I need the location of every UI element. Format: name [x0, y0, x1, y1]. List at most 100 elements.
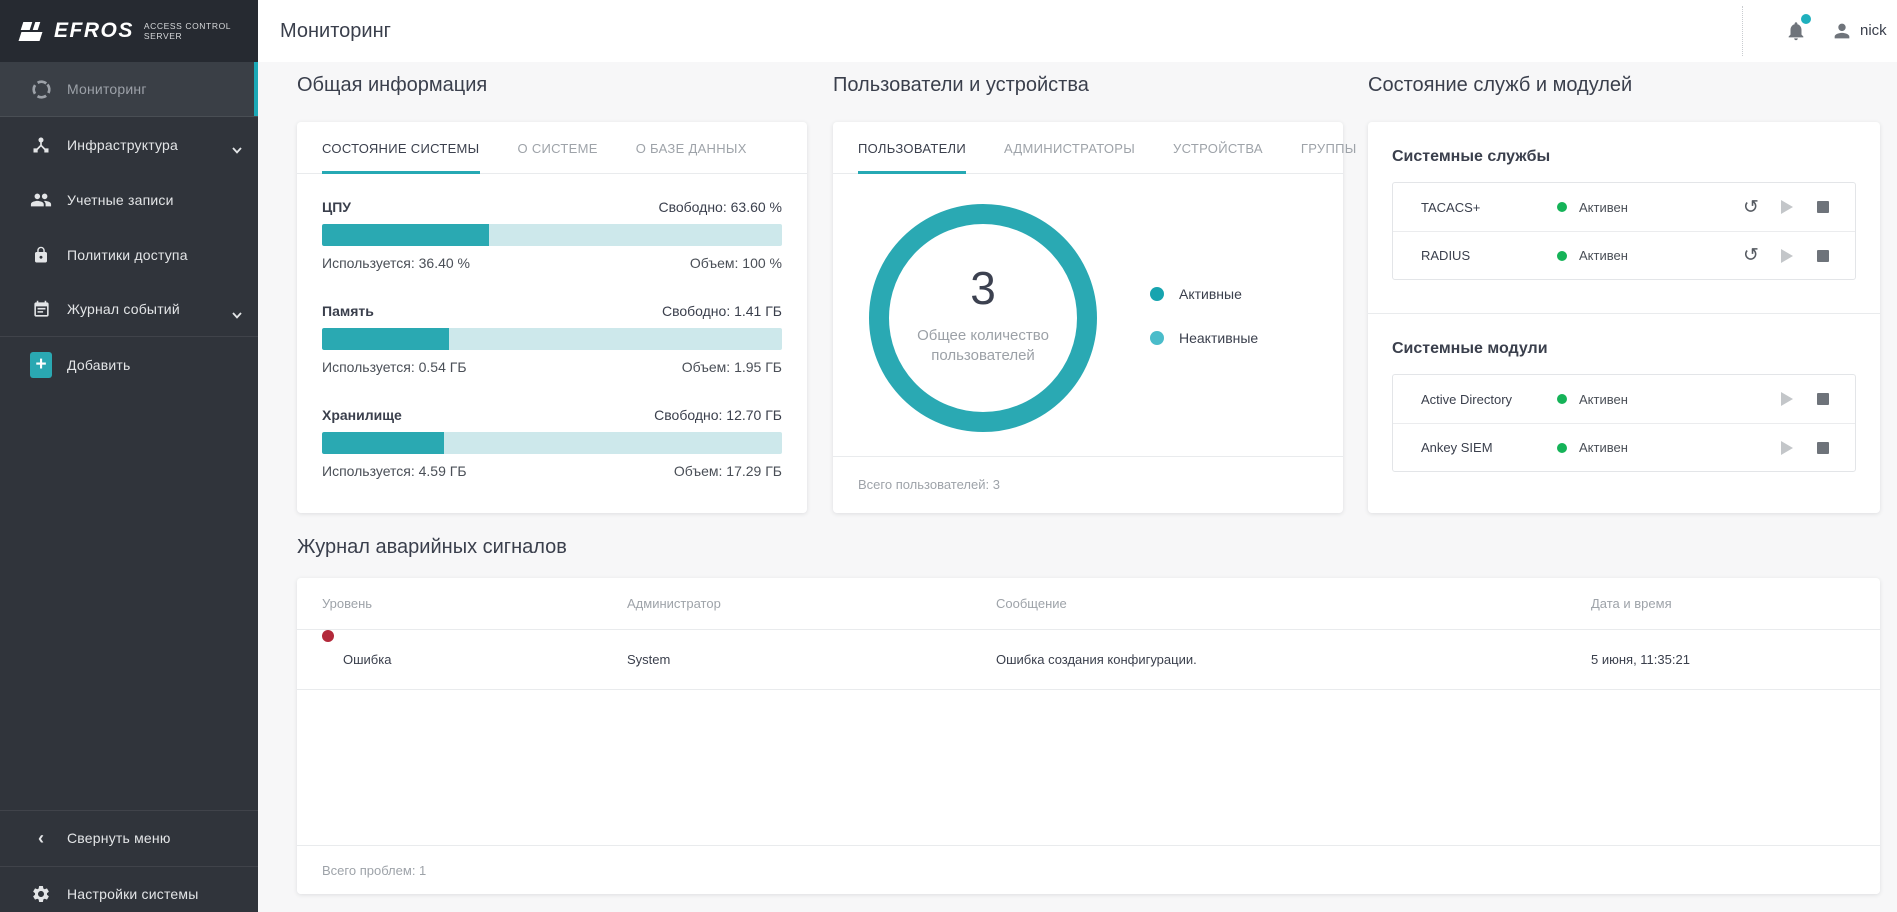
- active-indicator: [254, 62, 258, 116]
- stop-service-button[interactable]: [1813, 246, 1833, 266]
- sidebar-item-event-log[interactable]: Журнал событий: [0, 282, 258, 337]
- top-header: Мониторинг nick: [258, 0, 1897, 62]
- system-modules-list: Active Directory Активен Ankey SIEM Акти…: [1392, 374, 1856, 472]
- collapse-menu-button[interactable]: ‹ Свернуть меню: [0, 810, 258, 865]
- page-title: Мониторинг: [280, 0, 391, 62]
- tab-administrators[interactable]: АДМИНИСТРАТОРЫ: [1004, 122, 1135, 174]
- storage-progress-fill: [322, 432, 444, 454]
- legend-item-inactive: Неактивные: [1150, 328, 1258, 348]
- restart-service-button[interactable]: ↺: [1741, 197, 1761, 217]
- tab-system-state[interactable]: СОСТОЯНИЕ СИСТЕМЫ: [322, 122, 480, 174]
- header-divider: [1742, 6, 1743, 56]
- column-datetime: Дата и время: [1591, 578, 1672, 630]
- status-dot-active: [1557, 394, 1567, 404]
- gear-icon: [30, 883, 52, 905]
- service-status-label: Активен: [1579, 200, 1628, 215]
- active-legend-dot: [1150, 287, 1164, 301]
- system-modules-heading: Системные модули: [1392, 340, 1856, 358]
- memory-progress-fill: [322, 328, 449, 350]
- module-status-label: Активен: [1579, 440, 1628, 455]
- notification-dot: [1801, 14, 1811, 24]
- stop-module-button[interactable]: [1813, 389, 1833, 409]
- service-status: Активен: [1557, 200, 1628, 215]
- notifications-button[interactable]: [1785, 0, 1807, 62]
- alarm-table-row[interactable]: Ошибка System Ошибка создания конфигурац…: [297, 630, 1880, 690]
- tab-groups[interactable]: ГРУППЫ: [1301, 122, 1357, 174]
- start-service-button[interactable]: [1777, 197, 1797, 217]
- metric-total: Объем: 1.95 ГБ: [682, 359, 782, 375]
- service-row-tacacs: TACACS+ Активен ↺: [1393, 183, 1855, 231]
- start-module-button[interactable]: [1777, 438, 1797, 458]
- users-devices-card: ПОЛЬЗОВАТЕЛИ АДМИНИСТРАТОРЫ УСТРОЙСТВА Г…: [833, 122, 1343, 513]
- start-module-button[interactable]: [1777, 389, 1797, 409]
- start-service-button[interactable]: [1777, 246, 1797, 266]
- alarm-admin: System: [627, 630, 670, 690]
- module-status-label: Активен: [1579, 392, 1628, 407]
- users-tabs: ПОЛЬЗОВАТЕЛИ АДМИНИСТРАТОРЫ УСТРОЙСТВА Г…: [833, 122, 1343, 174]
- alarm-log-card: Уровень Администратор Сообщение Дата и в…: [297, 578, 1880, 894]
- cpu-progress-fill: [322, 224, 489, 246]
- cpu-progress-bar: [322, 224, 782, 246]
- sidebar-item-system-settings[interactable]: Настройки системы: [0, 866, 258, 912]
- lock-icon: [30, 244, 52, 266]
- legend-item-active: Активные: [1150, 284, 1258, 304]
- service-name: TACACS+: [1421, 200, 1557, 215]
- play-icon: [1781, 441, 1793, 455]
- module-status: Активен: [1557, 440, 1628, 455]
- metric-used: Используется: 4.59 ГБ: [322, 463, 467, 479]
- tab-users[interactable]: ПОЛЬЗОВАТЕЛИ: [858, 122, 966, 174]
- system-services-heading: Системные службы: [1392, 148, 1856, 166]
- metric-total: Объем: 17.29 ГБ: [674, 463, 782, 479]
- alarm-level: Ошибка: [343, 630, 391, 690]
- username[interactable]: nick: [1860, 0, 1887, 62]
- tab-about-system[interactable]: О СИСТЕМЕ: [518, 122, 598, 174]
- restart-icon: ↺: [1743, 198, 1759, 217]
- metric-free: Свободно: 1.41 ГБ: [662, 303, 782, 319]
- alarm-table-header: Уровень Администратор Сообщение Дата и в…: [297, 578, 1880, 630]
- service-actions: ↺: [1741, 197, 1833, 217]
- module-name: Active Directory: [1421, 392, 1557, 407]
- stop-module-button[interactable]: [1813, 438, 1833, 458]
- column-level: Уровень: [322, 578, 372, 630]
- add-plus-icon: +: [30, 354, 52, 376]
- sidebar-item-infrastructure[interactable]: Инфраструктура: [0, 117, 258, 172]
- metric-used: Используется: 0.54 ГБ: [322, 359, 467, 375]
- calendar-icon: [30, 298, 52, 320]
- sidebar-item-monitoring[interactable]: Мониторинг: [0, 62, 258, 117]
- system-services-list: TACACS+ Активен ↺ RADIUS Активен: [1392, 182, 1856, 280]
- tab-devices[interactable]: УСТРОЙСТВА: [1173, 122, 1263, 174]
- chevron-down-icon: [232, 306, 242, 324]
- brand-subtitle: ACCESS CONTROL SERVER: [144, 21, 231, 41]
- sidebar-item-access-policies[interactable]: Политики доступа: [0, 227, 258, 282]
- chevron-left-icon: ‹: [30, 827, 52, 849]
- status-dot-active: [1557, 202, 1567, 212]
- stop-service-button[interactable]: [1813, 197, 1833, 217]
- users-card-footer: Всего пользователей: 3: [833, 456, 1343, 513]
- section-divider: [1368, 313, 1880, 314]
- metric-label: Хранилище: [322, 407, 402, 423]
- brand-name: EFROS: [54, 19, 134, 43]
- play-icon: [1781, 249, 1793, 263]
- total-users-value: 3: [970, 264, 996, 312]
- stop-icon: [1817, 201, 1829, 213]
- metric-free: Свободно: 12.70 ГБ: [654, 407, 782, 423]
- application-window: EFROS ACCESS CONTROL SERVER Мониторинг И…: [0, 0, 1897, 912]
- infrastructure-icon: [30, 134, 52, 156]
- error-level-dot: [322, 630, 334, 642]
- metric-label: Память: [322, 303, 374, 319]
- sidebar-item-add[interactable]: + Добавить: [0, 337, 258, 392]
- sidebar-item-accounts[interactable]: Учетные записи: [0, 172, 258, 227]
- metric-label: ЦПУ: [322, 199, 351, 215]
- module-actions: [1777, 389, 1833, 409]
- donut-center: 3 Общее количество пользователей: [865, 200, 1101, 436]
- general-tabs: СОСТОЯНИЕ СИСТЕМЫ О СИСТЕМЕ О БАЗЕ ДАННЫ…: [297, 122, 807, 174]
- restart-service-button[interactable]: ↺: [1741, 246, 1761, 266]
- alarm-datetime: 5 июня, 11:35:21: [1591, 630, 1690, 690]
- service-status-label: Активен: [1579, 248, 1628, 263]
- services-modules-title: Состояние служб и модулей: [1368, 74, 1632, 97]
- metric-free: Свободно: 63.60 %: [658, 199, 782, 215]
- stop-icon: [1817, 442, 1829, 454]
- tab-about-database[interactable]: О БАЗЕ ДАННЫХ: [636, 122, 747, 174]
- user-menu-button[interactable]: [1831, 0, 1853, 62]
- total-users-caption: Общее количество пользователей: [888, 326, 1078, 366]
